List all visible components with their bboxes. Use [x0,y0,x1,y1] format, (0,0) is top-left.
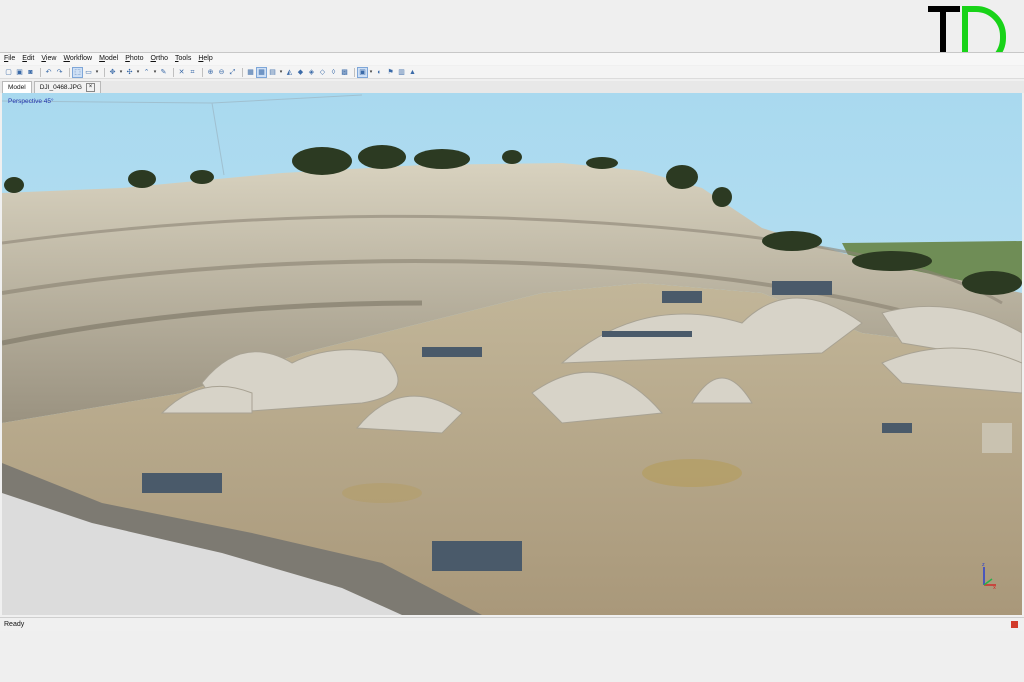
shape2-icon[interactable]: ◆ [296,68,305,77]
model-view-icon[interactable]: ▣ [357,66,368,78]
texture-icon[interactable]: ▩ [340,68,349,77]
status-indicator-icon [1011,621,1018,628]
tab-label: DJI_0468.JPG [39,84,82,91]
select-rectangle-icon[interactable]: ⬚ [72,66,83,78]
tab-label: Model [8,84,26,91]
menu-view[interactable]: View [41,53,56,65]
close-icon[interactable]: × [86,83,95,92]
toolbar-separator [104,67,105,77]
toolbar-separator [242,67,243,77]
select-dropdown-icon[interactable]: ▾ [95,68,99,77]
zoom-out-icon[interactable]: ⊖ [217,68,226,77]
crop-icon[interactable]: ⌗ [188,68,197,77]
model-viewport[interactable]: Perspective 45° z x [2,93,1022,615]
menu-workflow[interactable]: Workflow [63,53,92,65]
main-toolbar: ▢ ▣ ◙ ↶ ↷ ⬚ ▭ ▾ ✥ ▾ ✣ ▾ ⌃ ▾ ✎ ✕ ⌗ ⊕ ⊖ ⤢ … [0,66,1024,79]
toolbar-separator [354,67,355,77]
draw-dropdown-icon[interactable]: ▾ [153,68,157,77]
toolbar-separator [202,67,203,77]
grid2-dropdown-icon[interactable]: ▾ [279,68,283,77]
menu-model[interactable]: Model [99,53,118,65]
draw-icon[interactable]: ⌃ [142,68,151,77]
redo-icon[interactable]: ↷ [55,68,64,77]
shape1-icon[interactable]: ◭ [285,68,294,77]
move-dropdown-icon[interactable]: ▾ [136,68,140,77]
tab-model[interactable]: Model [2,81,32,93]
delete-icon[interactable]: ✕ [177,68,186,77]
menu-ortho[interactable]: Ortho [150,53,168,65]
svg-text:x: x [993,585,996,591]
view-mode-label: Perspective 45° [8,98,54,105]
menu-bar: File Edit View Workflow Model Photo Orth… [0,53,1024,65]
menu-photo[interactable]: Photo [125,53,143,65]
toolbar-separator [40,67,41,77]
svg-text:z: z [982,562,985,568]
shading-icon[interactable]: ▲ [408,68,417,77]
menu-help[interactable]: Help [198,53,212,65]
shape5-icon[interactable]: ◊ [329,68,338,77]
navigation-dropdown-icon[interactable]: ▾ [119,68,123,77]
axis-gizmo: z x [982,562,996,591]
tab-photo[interactable]: DJI_0468.JPG × [33,81,101,93]
undo-icon[interactable]: ↶ [44,68,53,77]
region-icon[interactable]: ▥ [397,68,406,77]
move-icon[interactable]: ✣ [125,68,134,77]
toolbar-separator [69,67,70,77]
reset-view-icon[interactable]: ⤢ [228,68,237,77]
document-tabs: Model DJI_0468.JPG × [0,81,1024,93]
cameras-icon[interactable]: ◐ [375,68,384,77]
menu-file[interactable]: File [4,53,15,65]
shape4-icon[interactable]: ◇ [318,68,327,77]
open-icon[interactable]: ▣ [15,68,24,77]
grid-icon[interactable]: ▦ [246,68,255,77]
grid2-icon[interactable]: ▤ [268,68,277,77]
menu-tools[interactable]: Tools [175,53,191,65]
shape3-icon[interactable]: ◈ [307,68,316,77]
menu-edit[interactable]: Edit [22,53,34,65]
markers-icon[interactable]: ⚑ [386,68,395,77]
app-window: File Edit View Workflow Model Photo Orth… [0,52,1024,631]
quarry-point-cloud [2,93,1022,615]
rect-selection-icon[interactable]: ▭ [84,68,93,77]
grid-active-icon[interactable]: ▦ [256,66,267,78]
status-bar: Ready [0,617,1024,630]
new-icon[interactable]: ▢ [4,68,13,77]
ruler-icon[interactable]: ✎ [159,68,168,77]
status-text: Ready [4,620,25,628]
toolbar-separator [173,67,174,77]
navigation-icon[interactable]: ✥ [108,68,117,77]
save-icon[interactable]: ◙ [26,68,35,77]
zoom-in-icon[interactable]: ⊕ [206,68,215,77]
model-view-dropdown-icon[interactable]: ▾ [369,68,373,77]
